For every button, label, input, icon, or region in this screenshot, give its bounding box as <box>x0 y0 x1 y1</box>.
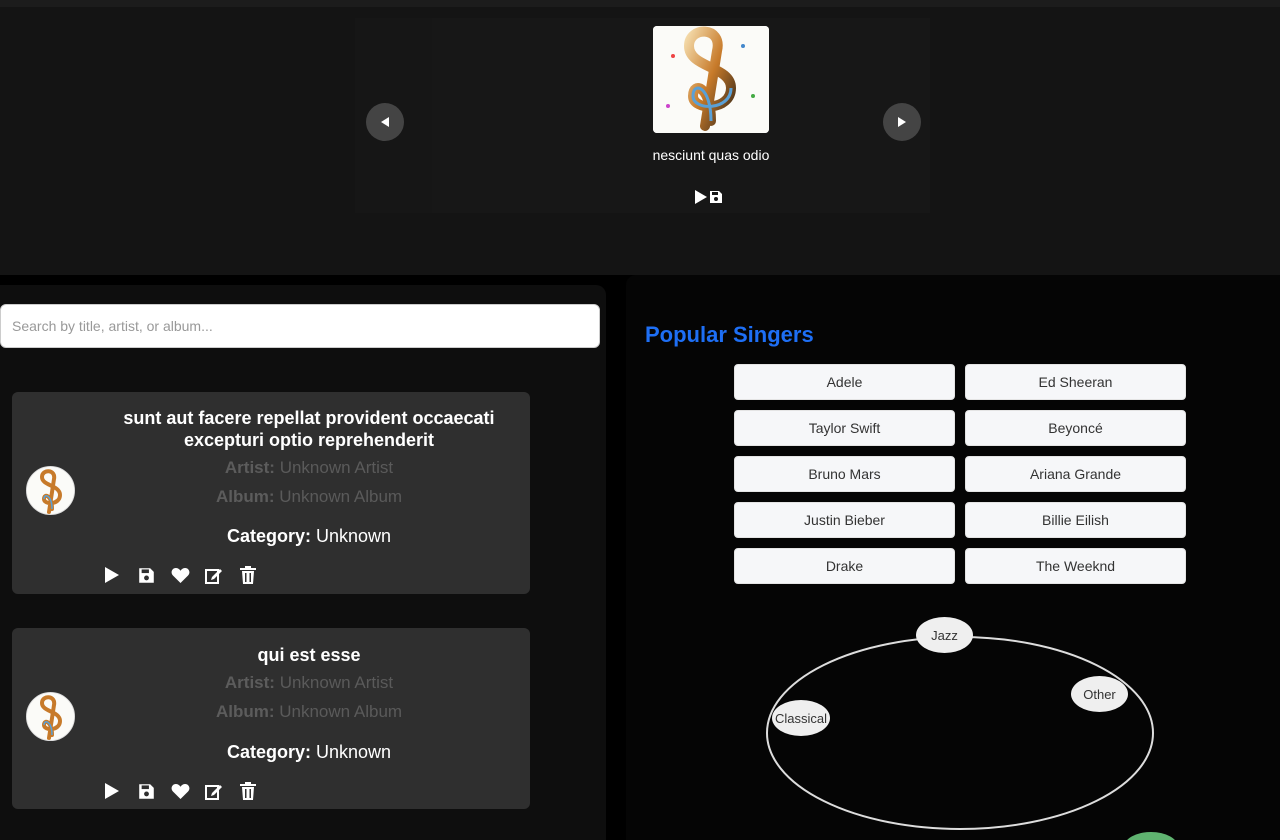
triangle-left-icon <box>381 117 389 127</box>
song-category: Category: Unknown <box>226 526 392 546</box>
song-artist: Artist: Unknown Artist <box>224 673 394 692</box>
top-bar <box>0 0 1280 7</box>
singer-button[interactable]: Justin Bieber <box>734 502 955 538</box>
singer-button[interactable]: Beyoncé <box>965 410 1186 446</box>
play-icon[interactable] <box>102 565 122 585</box>
song-card: qui est esse Artist: Unknown Artist Albu… <box>12 628 530 809</box>
song-actions <box>102 565 258 585</box>
play-icon[interactable] <box>694 189 708 205</box>
search-input[interactable] <box>0 304 600 348</box>
song-title: sunt aut facere repellat provident occae… <box>123 408 495 450</box>
song-title: qui est esse <box>257 645 361 665</box>
song-avatar <box>26 692 75 741</box>
save-icon[interactable] <box>136 781 156 801</box>
singer-button[interactable]: Ariana Grande <box>965 456 1186 492</box>
song-album: Album: Unknown Album <box>215 487 403 506</box>
save-icon[interactable] <box>709 190 723 204</box>
singer-button[interactable]: Drake <box>734 548 955 584</box>
singer-button[interactable]: Adele <box>734 364 955 400</box>
edit-icon[interactable] <box>204 565 224 585</box>
song-actions <box>102 781 258 801</box>
popular-singers-heading: Popular Singers <box>645 322 814 347</box>
save-icon[interactable] <box>136 565 156 585</box>
song-category: Category: Unknown <box>226 742 392 762</box>
trash-icon[interactable] <box>238 781 258 801</box>
song-card: sunt aut facere repellat provident occae… <box>12 392 530 594</box>
singer-button[interactable]: Ed Sheeran <box>965 364 1186 400</box>
heart-icon[interactable] <box>170 781 190 801</box>
genre-tag-jazz[interactable]: Jazz <box>916 617 973 653</box>
trash-icon[interactable] <box>238 565 258 585</box>
song-avatar <box>26 466 75 515</box>
song-artist: Artist: Unknown Artist <box>224 458 394 477</box>
carousel-actions <box>694 189 723 205</box>
carousel-next-button[interactable] <box>883 103 921 141</box>
singer-button[interactable]: Billie Eilish <box>965 502 1186 538</box>
singer-button[interactable]: The Weeknd <box>965 548 1186 584</box>
carousel-song-title: nesciunt quas odio <box>652 147 770 163</box>
genre-tag-classical[interactable]: Classical <box>772 700 830 736</box>
triangle-right-icon <box>898 117 906 127</box>
heart-icon[interactable] <box>170 565 190 585</box>
genre-tag-other[interactable]: Other <box>1071 676 1128 712</box>
edit-icon[interactable] <box>204 781 224 801</box>
singer-button[interactable]: Bruno Mars <box>734 456 955 492</box>
play-icon[interactable] <box>102 781 122 801</box>
carousel-prev-button[interactable] <box>366 103 404 141</box>
song-album: Album: Unknown Album <box>215 702 403 721</box>
album-art-image <box>653 26 769 133</box>
singer-button[interactable]: Taylor Swift <box>734 410 955 446</box>
